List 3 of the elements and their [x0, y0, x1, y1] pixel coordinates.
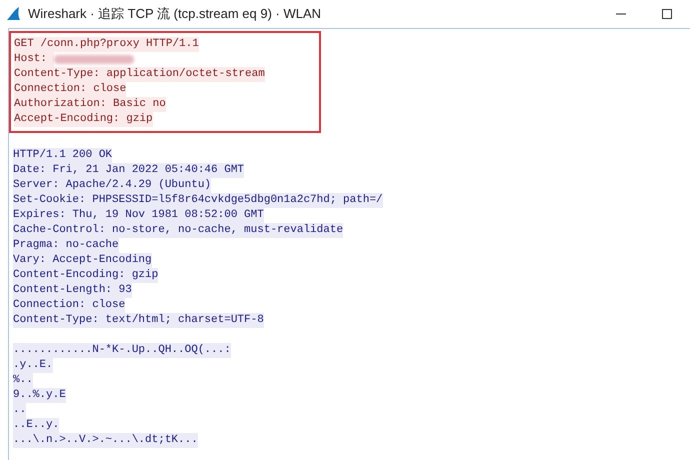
maximize-icon	[662, 9, 672, 19]
window-title: Wireshark · 追踪 TCP 流 (tcp.stream eq 9) · WLAN	[28, 5, 322, 24]
fin-icon	[6, 6, 22, 22]
